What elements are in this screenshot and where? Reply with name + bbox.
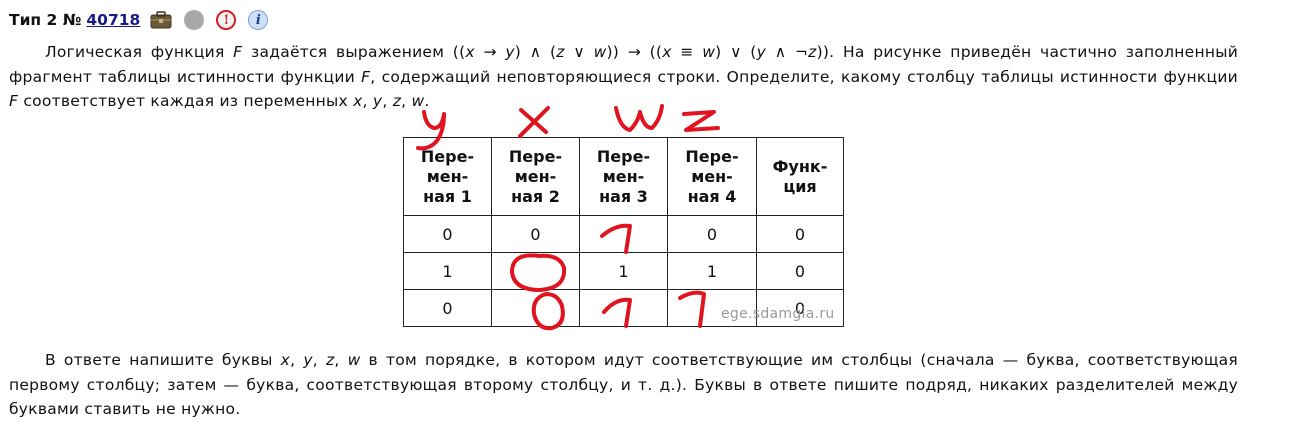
condition-text: Логическая функция [45, 43, 234, 61]
header-variable-2: Пере-мен-ная 2 [491, 137, 580, 216]
var-y: y [372, 92, 383, 110]
table-header-row: Пере-мен-ная 1 Пере-мен-ная 2 Пере-мен-н… [403, 137, 844, 216]
condition-text: → [474, 43, 506, 61]
var-w: w [411, 92, 425, 110]
condition-text: задаётся выражением (( [242, 43, 466, 61]
var-w: w [702, 43, 716, 61]
header-variable-3: Пере-мен-ная 3 [579, 137, 668, 216]
alert-icon[interactable]: ! [216, 10, 237, 30]
task-page: Тип 2 № 40718 ! i Логическая функция F з… [0, 0, 1298, 431]
condition-text: ∧ ¬ [766, 43, 809, 61]
condition-text: ) ∧ ( [514, 43, 557, 61]
table-cell [579, 289, 668, 327]
table-cell: 1 [667, 252, 757, 290]
table-cell [579, 215, 668, 253]
truth-table: Пере-мен-ная 1 Пере-мен-ная 2 Пере-мен-н… [403, 137, 844, 327]
condition-text: ∨ [564, 43, 594, 61]
task-number-link[interactable]: 40718 [86, 11, 140, 29]
var-w: w [593, 43, 607, 61]
condition-text: , [382, 92, 393, 110]
table-cell: 0 [756, 215, 844, 253]
grey-circle-icon[interactable] [184, 10, 205, 30]
info-icon[interactable]: i [248, 10, 269, 30]
condition-text: )) → (( [606, 43, 663, 61]
briefcase-icon[interactable] [150, 11, 172, 29]
handwritten-z [682, 110, 720, 132]
condition-text: . [424, 92, 430, 110]
table-cell [491, 252, 580, 290]
table-cell: 0 [667, 215, 757, 253]
header-variable-4: Пере-мен-ная 4 [667, 137, 757, 216]
watermark: ege.sdamgia.ru [721, 306, 835, 322]
table-cell: 0 [491, 215, 580, 253]
header-variable-1: Пере-мен-ная 1 [403, 137, 492, 216]
var-x: x [465, 43, 475, 61]
task-condition: Логическая функция F задаётся выражением… [9, 40, 1238, 114]
condition-text: , содержащий неповторяющиеся строки. Опр… [370, 67, 1238, 86]
condition-text: , [362, 92, 373, 110]
header-function: Функ-ция [756, 137, 844, 216]
var-y: y [303, 351, 313, 369]
task-header: Тип 2 № 40718 ! i [9, 6, 269, 34]
var-z: z [808, 43, 817, 61]
var-w: w [347, 351, 361, 369]
answer-instructions: В ответе напишите буквы x, y, z, w в том… [9, 348, 1238, 422]
table-cell: 0 [756, 252, 844, 290]
var-y: y [756, 43, 767, 61]
instructions-text: В ответе напишите буквы [45, 351, 281, 369]
var-z: z [392, 92, 402, 110]
instructions-text: , [334, 351, 348, 369]
table-cell: 0 [403, 289, 492, 327]
instructions-text: , [290, 351, 304, 369]
var-F: F [9, 92, 19, 110]
table-cell: 0 [403, 215, 492, 253]
instructions-text: , [312, 351, 326, 369]
condition-text: ) ∨ ( [715, 43, 757, 61]
task-type-label: Тип 2 № [9, 11, 82, 29]
table-cell [491, 289, 580, 327]
var-x: x [353, 92, 363, 110]
table-cell: 1 [579, 252, 668, 290]
table-cell: 1 [403, 252, 492, 290]
var-y: y [505, 43, 515, 61]
var-F: F [233, 43, 243, 61]
var-x: x [662, 43, 672, 61]
condition-text: , [401, 92, 412, 110]
condition-text: соответствует каждая из переменных [18, 92, 354, 110]
table-row: 0 0 0 0 [403, 215, 844, 253]
var-z: z [556, 43, 565, 61]
var-x: x [280, 351, 291, 369]
condition-text: ≡ [671, 43, 703, 61]
var-F: F [361, 67, 371, 86]
table-row: 1 1 1 0 [403, 252, 844, 290]
